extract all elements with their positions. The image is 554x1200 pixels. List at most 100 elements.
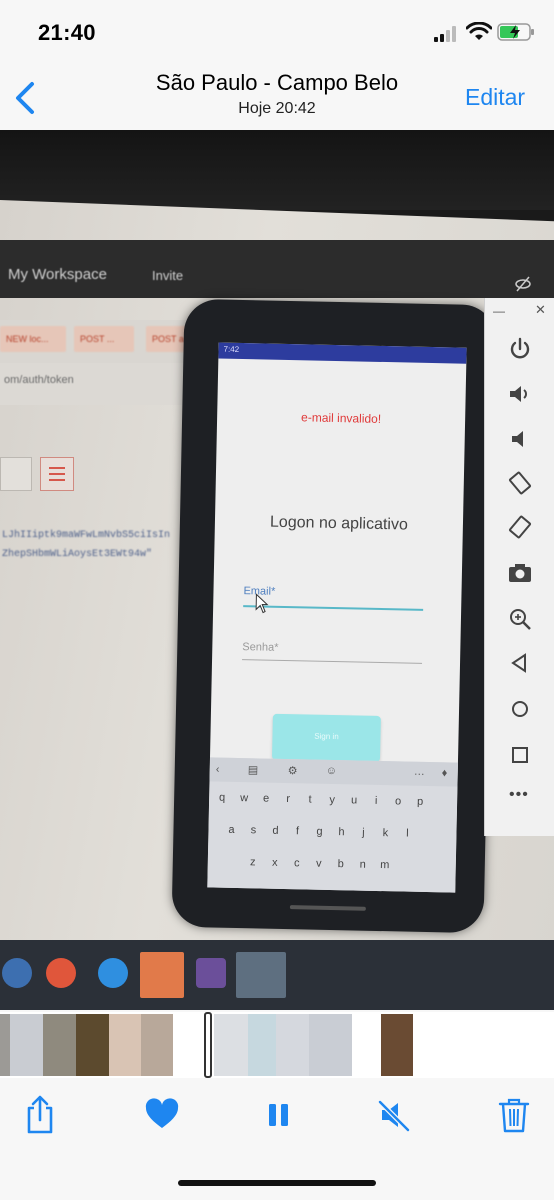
keyboard-row: qwertyuiop — [211, 791, 431, 808]
mic-icon[interactable]: ♦ — [442, 767, 448, 779]
login-heading: Logon no aplicativo — [269, 513, 409, 534]
battery-charging-icon — [497, 23, 534, 41]
pause-icon[interactable] — [258, 1094, 298, 1136]
more-icon[interactable]: … — [414, 766, 425, 778]
camera-icon[interactable] — [507, 560, 533, 586]
sign-in-button[interactable]: Sign in — [271, 713, 381, 762]
keyboard-key[interactable]: f — [286, 825, 308, 837]
clipboard-icon[interactable]: ▤ — [248, 763, 259, 776]
rotate-right-icon[interactable] — [507, 514, 533, 540]
keyboard-row: zxcvbnm — [242, 856, 396, 871]
keyboard-key[interactable]: y — [321, 794, 343, 806]
favorite-heart-icon[interactable] — [142, 1094, 182, 1136]
rotate-left-icon[interactable] — [507, 470, 533, 496]
thumbnail[interactable] — [309, 1014, 352, 1076]
zoom-icon[interactable] — [507, 606, 533, 632]
keyboard-key[interactable]: n — [352, 858, 374, 871]
status-time: 21:40 — [38, 20, 96, 45]
wifi-icon — [466, 22, 492, 40]
edit-button[interactable]: Editar — [465, 84, 525, 111]
android-home-icon[interactable] — [507, 696, 533, 722]
thumbnail[interactable] — [214, 1014, 248, 1076]
keyboard-key[interactable]: e — [255, 792, 277, 805]
cellular-signal-icon — [434, 26, 456, 42]
thumbnail[interactable] — [141, 1014, 173, 1076]
token-text: ZhepSHbmWLiAoysEt3EWt94w" — [2, 549, 153, 560]
sign-in-label: Sign in — [314, 731, 339, 742]
volume-down-icon[interactable] — [507, 426, 533, 452]
trash-icon[interactable] — [494, 1094, 534, 1136]
thumbnail[interactable] — [10, 1014, 43, 1076]
token-text: LJhIIiptk9maWFwLmNvbS5ciIsIn — [2, 530, 171, 541]
keyboard-key[interactable]: x — [264, 857, 286, 869]
keyboard-key[interactable]: g — [308, 826, 330, 838]
keyboard-key[interactable]: l — [396, 827, 418, 840]
speaker-muted-icon[interactable] — [374, 1094, 414, 1136]
keyboard-key[interactable]: o — [387, 795, 409, 807]
keyboard-key[interactable]: w — [233, 792, 255, 804]
keyboard-key[interactable]: r — [277, 793, 299, 805]
workspace-label: My Workspace — [8, 266, 107, 283]
keyboard-key[interactable]: u — [343, 794, 365, 806]
thumbnail[interactable] — [0, 1014, 10, 1076]
keyboard-key[interactable]: z — [242, 856, 264, 868]
settings-icon[interactable]: ⚙ — [288, 764, 298, 777]
thumbnail[interactable] — [381, 1014, 413, 1076]
keyboard-key[interactable]: c — [286, 857, 308, 869]
close-icon[interactable]: ✕ — [535, 302, 546, 318]
keyboard-key[interactable]: m — [374, 859, 396, 871]
mouse-cursor-icon — [255, 593, 269, 614]
keyboard-key[interactable]: a — [220, 824, 242, 836]
menu-box — [40, 457, 74, 491]
scrubber-handle[interactable] — [204, 1012, 212, 1078]
minimize-icon[interactable]: — — [493, 304, 505, 318]
monitor-bezel — [0, 130, 554, 210]
keyboard-key[interactable]: b — [330, 858, 352, 870]
keyboard-key[interactable]: v — [308, 858, 330, 870]
error-message: e-mail invalido! — [300, 410, 382, 426]
volume-up-icon[interactable] — [507, 381, 533, 407]
thumbnail[interactable] — [276, 1014, 309, 1076]
thumbnail[interactable] — [248, 1014, 276, 1076]
keyboard-key[interactable]: q — [211, 791, 233, 804]
home-indicator — [178, 1180, 376, 1186]
keyboard-key[interactable]: j — [352, 826, 374, 839]
thumbnail[interactable] — [109, 1014, 141, 1076]
taskbar-app-icon — [2, 958, 32, 988]
share-icon[interactable] — [20, 1094, 60, 1136]
more-options-icon[interactable]: ••• — [509, 786, 529, 804]
taskbar-app-icon — [98, 958, 128, 988]
keyboard-back-icon[interactable]: ‹ — [216, 764, 220, 776]
email-underline — [243, 605, 424, 611]
virtual-keyboard[interactable]: ‹ ▤ ⚙ ☺ … ♦ qwertyuiop asdfghjkl zxcvbnm — [207, 757, 458, 893]
postman-taskbar-icon — [46, 958, 76, 988]
keyboard-key[interactable]: i — [365, 795, 387, 807]
keyboard-key[interactable]: t — [299, 793, 321, 806]
app-status-bar: 7:42 — [218, 342, 467, 364]
emulator-toolbar: — ✕ ••• — [484, 298, 554, 836]
taskbar-app-icon — [196, 958, 226, 988]
keyboard-key[interactable]: d — [264, 825, 286, 837]
thumbnail[interactable] — [43, 1014, 76, 1076]
power-icon[interactable] — [507, 336, 533, 362]
keyboard-key[interactable]: k — [374, 827, 396, 839]
password-field[interactable]: Senha* — [242, 641, 278, 654]
taskbar-app-icon — [236, 952, 286, 998]
keyboard-key[interactable]: h — [330, 826, 352, 838]
android-back-icon[interactable] — [507, 650, 533, 676]
password-underline — [242, 659, 423, 664]
android-overview-icon[interactable] — [507, 742, 533, 768]
request-tab: NEW loc... — [0, 326, 66, 352]
request-url: om/auth/token — [4, 374, 74, 386]
taskbar-app-icon — [140, 952, 184, 998]
thumbnail[interactable] — [76, 1014, 109, 1076]
keyboard-row: asdfghjkl — [220, 824, 418, 840]
invite-label: Invite — [152, 268, 184, 283]
dropdown-box — [0, 457, 32, 491]
keyboard-key[interactable]: s — [242, 824, 264, 836]
menu-lines-icon — [49, 467, 65, 481]
keyboard-key[interactable]: p — [409, 796, 431, 808]
app-status-time: 7:42 — [223, 344, 240, 354]
eye-slash-icon — [515, 276, 531, 292]
emoji-icon[interactable]: ☺ — [326, 765, 337, 777]
